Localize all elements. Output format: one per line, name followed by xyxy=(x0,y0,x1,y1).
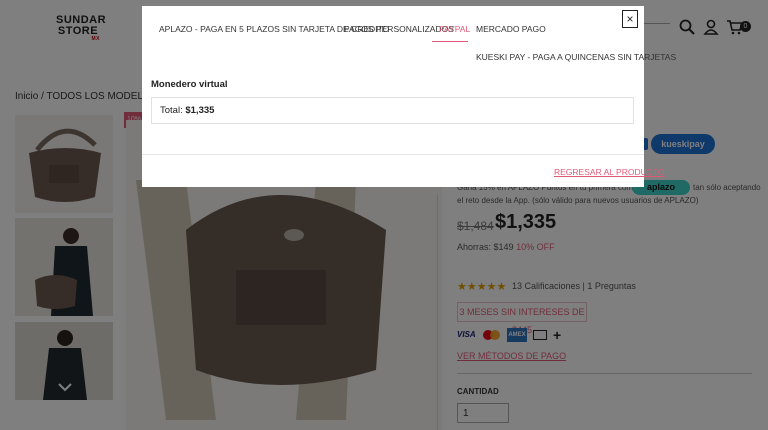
total-box: Total: $1,335 xyxy=(151,97,634,124)
total-label: Total: $1,335 xyxy=(160,105,214,116)
section-title: Monedero virtual xyxy=(151,79,228,90)
tab-kueski-pay[interactable]: KUESKI PAY - PAGA A QUINCENAS SIN TARJET… xyxy=(476,52,676,62)
active-tab-underline xyxy=(432,41,468,42)
payment-options-modal: APLAZO - PAGA EN 5 PLAZOS SIN TARJETA DE… xyxy=(142,6,676,187)
total-value: $1,335 xyxy=(185,105,215,116)
tab-pagos-personalizados[interactable]: PAGOS PERSONALIZADOS xyxy=(344,24,454,34)
total-text: Total: xyxy=(160,105,183,116)
tab-mercado-pago[interactable]: MERCADO PAGO xyxy=(476,24,546,34)
modal-divider xyxy=(142,154,644,155)
close-button[interactable]: × xyxy=(622,10,638,28)
back-to-product-link[interactable]: REGRESAR AL PRODUCTO xyxy=(554,167,665,177)
product-page: SUNDAR STORE MX 0 Inicio / TODOS LOS MOD… xyxy=(0,0,768,430)
tab-paypal[interactable]: PAYPAL xyxy=(439,24,470,34)
